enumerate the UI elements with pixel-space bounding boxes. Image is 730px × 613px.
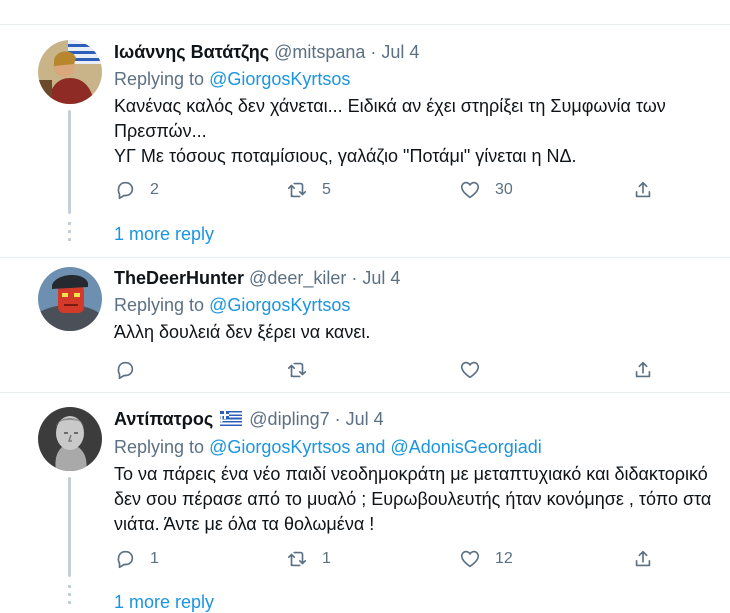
reply-icon xyxy=(117,181,134,200)
timestamp[interactable]: Jul 4 xyxy=(346,409,384,429)
tweet-text: Κανένας καλός δεν χάνεται... Ειδικά αν έ… xyxy=(114,96,666,166)
separator-dot: · xyxy=(365,42,382,62)
replying-label: Replying to xyxy=(114,69,210,89)
retweet-icon xyxy=(287,551,307,567)
share-icon xyxy=(635,181,651,198)
heart-icon xyxy=(460,550,480,568)
mention-link[interactable]: @GiorgosKyrtsos xyxy=(209,295,350,315)
replying-and: and xyxy=(350,437,391,457)
like-button[interactable]: 12 xyxy=(459,547,513,571)
display-name[interactable]: TheDeerHunter xyxy=(114,268,244,288)
share-button[interactable] xyxy=(632,547,654,571)
user-handle[interactable]: @mitspana xyxy=(274,42,365,62)
more-replies-link[interactable]: 1 more reply xyxy=(114,223,214,245)
reply-button[interactable]: 1 xyxy=(114,547,159,571)
thread-line xyxy=(68,110,71,214)
reply-button[interactable] xyxy=(114,358,136,382)
share-icon xyxy=(635,361,651,378)
share-button[interactable] xyxy=(632,178,654,202)
thread-dots xyxy=(68,222,71,246)
tweet-actions: 1 1 12 xyxy=(114,547,654,571)
reply-count: 2 xyxy=(150,181,159,198)
retweet-button[interactable]: 5 xyxy=(286,178,331,202)
retweet-count: 1 xyxy=(322,550,331,567)
tweet-text: Το να πάρεις ένα νέο παιδί νεοδημοκράτη … xyxy=(114,464,712,534)
retweet-count: 5 xyxy=(322,181,331,198)
tweet[interactable]: Ιωάννης Βατάτζης @mitspana · Jul 4 Reply… xyxy=(0,0,730,250)
heart-icon xyxy=(460,361,480,379)
like-button[interactable]: 30 xyxy=(459,178,513,202)
greek-flag-icon xyxy=(220,411,243,426)
heart-icon xyxy=(460,181,480,199)
like-button[interactable] xyxy=(459,358,481,382)
separator-dot: · xyxy=(346,268,363,288)
retweet-icon xyxy=(287,182,307,198)
thread-dots xyxy=(68,585,71,605)
retweet-button[interactable]: 1 xyxy=(286,547,331,571)
reply-count: 1 xyxy=(150,550,159,567)
user-handle[interactable]: @dipling7 xyxy=(249,409,329,429)
avatar[interactable] xyxy=(38,40,102,104)
reply-icon xyxy=(117,550,134,569)
tweet[interactable]: Αντίπατρος @dipling7 · Jul 4 Replying to… xyxy=(0,393,730,612)
display-name[interactable]: Αντίπατρος xyxy=(114,409,213,429)
share-icon xyxy=(635,550,651,567)
reply-icon xyxy=(117,361,134,380)
tweet[interactable]: TheDeerHunter @deer_kiler · Jul 4 Replyi… xyxy=(0,258,730,392)
tweet-header: Αντίπατρος @dipling7 · Jul 4 xyxy=(114,408,384,430)
mention-link[interactable]: @GiorgosKyrtsos xyxy=(209,437,350,457)
timestamp[interactable]: Jul 4 xyxy=(362,268,400,288)
separator-dot: · xyxy=(329,409,346,429)
mention-link[interactable]: @AdonisGeorgiadi xyxy=(390,437,541,457)
tweet-actions xyxy=(114,358,654,382)
share-button[interactable] xyxy=(632,358,654,382)
replying-label: Replying to xyxy=(114,437,210,457)
replying-label: Replying to xyxy=(114,295,210,315)
like-count: 12 xyxy=(495,550,513,567)
replying-to: Replying to @GiorgosKyrtsos xyxy=(114,68,350,90)
replying-to: Replying to @GiorgosKyrtsos and @AdonisG… xyxy=(114,436,542,458)
like-count: 30 xyxy=(495,181,513,198)
retweet-icon xyxy=(287,362,307,378)
tweet-text: Άλλη δουλειά δεν ξέρει να κανει. xyxy=(114,322,371,342)
user-handle[interactable]: @deer_kiler xyxy=(249,268,346,288)
tweet-header: TheDeerHunter @deer_kiler · Jul 4 xyxy=(114,267,400,289)
avatar[interactable] xyxy=(38,407,102,471)
avatar[interactable] xyxy=(38,267,102,331)
replying-to: Replying to @GiorgosKyrtsos xyxy=(114,294,350,316)
tweet-header: Ιωάννης Βατάτζης @mitspana · Jul 4 xyxy=(114,41,419,63)
display-name[interactable]: Ιωάννης Βατάτζης xyxy=(114,42,269,62)
retweet-button[interactable] xyxy=(286,358,308,382)
reply-button[interactable]: 2 xyxy=(114,178,159,202)
timestamp[interactable]: Jul 4 xyxy=(381,42,419,62)
mention-link[interactable]: @GiorgosKyrtsos xyxy=(209,69,350,89)
tweet-actions: 2 5 30 xyxy=(114,178,654,202)
thread-line xyxy=(68,477,71,577)
more-replies-link[interactable]: 1 more reply xyxy=(114,591,214,613)
